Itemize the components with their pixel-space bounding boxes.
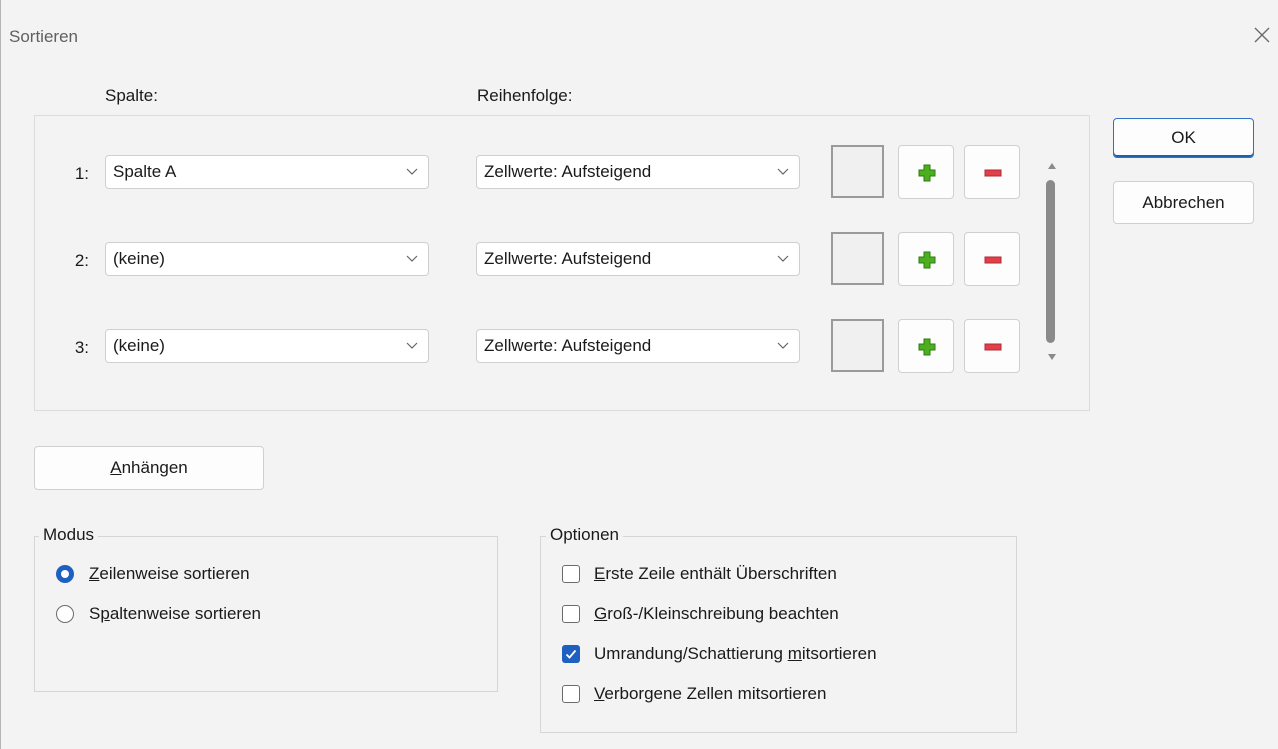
column-select-3[interactable]: (keine) xyxy=(105,329,429,363)
mnemonic: G xyxy=(594,604,608,623)
chevron-down-icon xyxy=(777,168,789,175)
checkbox-hidden-cells-label[interactable]: Verborgene Zellen mitsortieren xyxy=(594,684,826,704)
order-select-3[interactable]: Zellwerte: Aufsteigend xyxy=(476,329,800,363)
color-swatch-1[interactable] xyxy=(831,145,884,198)
label-text: erborgene Zellen mitsortieren xyxy=(604,684,827,703)
mnemonic: E xyxy=(594,564,606,583)
checkbox-case-sensitive[interactable] xyxy=(562,605,580,623)
ok-button[interactable]: OK xyxy=(1113,118,1254,158)
mode-group-title: Modus xyxy=(39,525,99,545)
order-select-1[interactable]: Zellwerte: Aufsteigend xyxy=(476,155,800,189)
checkbox-first-row-headers-label[interactable]: Erste Zeile enthält Überschriften xyxy=(594,564,837,584)
chevron-down-icon xyxy=(777,342,789,349)
add-row-button-2[interactable] xyxy=(898,232,954,286)
column-select-value: (keine) xyxy=(113,336,165,355)
close-icon xyxy=(1254,27,1270,43)
label-text: altenweise sortieren xyxy=(109,604,262,623)
column-header: Spalte: xyxy=(105,86,158,105)
plus-icon xyxy=(918,164,936,182)
label-text: itsortieren xyxy=(801,644,877,663)
dialog-title: Sortieren xyxy=(9,27,78,46)
scroll-up-arrow-icon[interactable] xyxy=(1047,162,1057,170)
remove-row-button-1[interactable] xyxy=(964,145,1020,199)
radio-row-wise[interactable] xyxy=(56,565,74,583)
radio-row-wise-label[interactable]: Zeilenweise sortieren xyxy=(89,564,250,584)
chevron-down-icon xyxy=(406,342,418,349)
mnemonic: Z xyxy=(89,564,100,583)
radio-column-wise[interactable] xyxy=(56,605,74,623)
append-button[interactable]: Anhängen xyxy=(34,446,264,490)
color-swatch-3[interactable] xyxy=(831,319,884,372)
plus-icon xyxy=(918,338,936,356)
label-text: rste Zeile enthält Überschriften xyxy=(605,564,837,583)
append-label: nhängen xyxy=(121,458,188,477)
label-prefix: Umrandung/Schattierung xyxy=(594,644,788,663)
column-select-value: Spalte A xyxy=(113,162,177,181)
remove-row-button-3[interactable] xyxy=(964,319,1020,373)
row-number: 1: xyxy=(74,164,89,183)
options-group-title: Optionen xyxy=(546,525,623,545)
close-button[interactable] xyxy=(1245,18,1278,52)
append-mnemonic: A xyxy=(110,458,122,477)
column-select-value: (keine) xyxy=(113,249,165,268)
checkbox-sort-borders[interactable] xyxy=(562,645,580,663)
checkbox-case-sensitive-label[interactable]: Groß-/Kleinschreibung beachten xyxy=(594,604,839,624)
plus-icon xyxy=(918,251,936,269)
add-row-button-1[interactable] xyxy=(898,145,954,199)
mnemonic: V xyxy=(594,684,605,703)
row-number: 2: xyxy=(74,251,89,270)
column-select-2[interactable]: (keine) xyxy=(105,242,429,276)
minus-icon xyxy=(984,256,1002,264)
order-select-value: Zellwerte: Aufsteigend xyxy=(484,249,652,268)
checkbox-first-row-headers[interactable] xyxy=(562,565,580,583)
chevron-down-icon xyxy=(406,255,418,262)
order-header: Reihenfolge: xyxy=(477,86,573,105)
order-select-value: Zellwerte: Aufsteigend xyxy=(484,162,652,181)
mnemonic: m xyxy=(787,644,802,663)
sort-dialog: Sortieren Spalte: Reihenfolge: 1: Spalte… xyxy=(0,0,1278,749)
cancel-button[interactable]: Abbrechen xyxy=(1113,181,1254,224)
minus-icon xyxy=(984,169,1002,177)
row-number: 3: xyxy=(74,338,89,357)
order-select-value: Zellwerte: Aufsteigend xyxy=(484,336,652,355)
title-bar: Sortieren xyxy=(1,0,1278,62)
chevron-down-icon xyxy=(777,255,789,262)
minus-icon xyxy=(984,343,1002,351)
label-text: eilenweise sortieren xyxy=(99,564,250,583)
scrollbar-thumb[interactable] xyxy=(1046,180,1055,343)
chevron-down-icon xyxy=(406,168,418,175)
checkbox-hidden-cells[interactable] xyxy=(562,685,580,703)
checkbox-sort-borders-label[interactable]: Umrandung/Schattierung mitsortieren xyxy=(594,644,877,664)
checkmark-icon xyxy=(565,649,577,659)
cancel-button-label: Abbrechen xyxy=(1142,193,1225,212)
radio-column-wise-label[interactable]: Spaltenweise sortieren xyxy=(89,604,261,624)
label-prefix: S xyxy=(89,604,101,623)
add-row-button-3[interactable] xyxy=(898,319,954,373)
column-select-1[interactable]: Spalte A xyxy=(105,155,429,189)
color-swatch-2[interactable] xyxy=(831,232,884,285)
remove-row-button-2[interactable] xyxy=(964,232,1020,286)
scroll-down-arrow-icon[interactable] xyxy=(1047,353,1057,361)
order-select-2[interactable]: Zellwerte: Aufsteigend xyxy=(476,242,800,276)
mnemonic: p xyxy=(100,604,110,623)
ok-button-label: OK xyxy=(1171,128,1196,147)
label-text: roß-/Kleinschreibung beachten xyxy=(607,604,839,623)
